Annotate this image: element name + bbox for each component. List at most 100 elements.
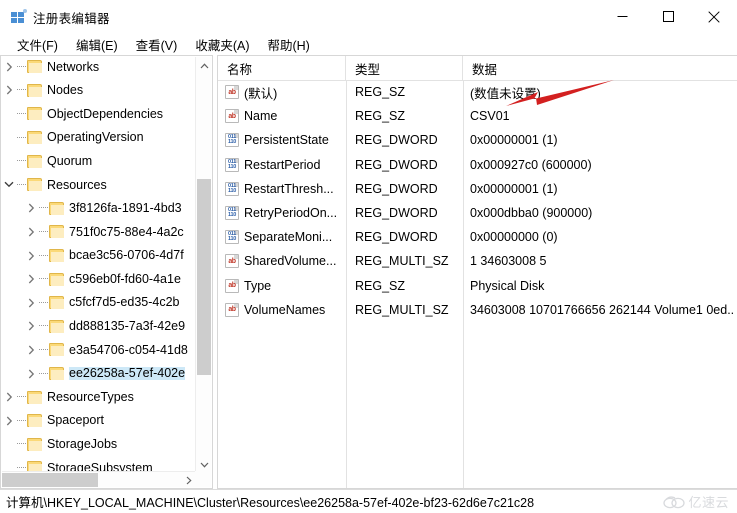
tree-node-label: OperatingVersion [47, 130, 144, 145]
chevron-down-icon[interactable] [1, 181, 17, 188]
chevron-right-icon[interactable] [23, 298, 39, 308]
tree-node[interactable]: Networks [1, 56, 197, 79]
tree-node[interactable]: OperatingVersion [1, 126, 197, 150]
dword-value-icon: 011 110 [225, 157, 239, 172]
table-row[interactable]: ab VolumeNames REG_MULTI_SZ 34603008 107017… [218, 298, 737, 322]
chevron-right-icon[interactable] [1, 62, 17, 72]
scroll-up-icon[interactable] [196, 57, 212, 74]
menu-item-edit[interactable]: 编辑(E) [67, 33, 127, 56]
value-name-label: Name [244, 109, 278, 124]
table-row[interactable]: 011 110 RestartThresh... REG_DWORD 0x0000000… [218, 177, 737, 201]
table-row[interactable]: 011 110 RestartPeriod REG_DWORD 0x000927c0 (… [218, 153, 737, 177]
table-row[interactable]: 011 110 PersistentState REG_DWORD 0x00000001… [218, 128, 737, 152]
tree-node[interactable]: ResourceTypes [1, 385, 197, 409]
string-value-icon: ab [225, 109, 239, 124]
value-data-cell: (数值未设置) [470, 86, 541, 101]
maximize-icon[interactable] [645, 0, 691, 33]
tree-node[interactable]: 751f0c75-88e4-4a2c [1, 220, 197, 244]
chevron-right-icon[interactable] [1, 416, 17, 426]
value-data-cell: 0x000927c0 (600000) [470, 157, 592, 172]
value-name-label: RestartPeriod [244, 157, 321, 172]
tree-node[interactable]: Quorum [1, 149, 197, 173]
tree-node[interactable]: 3f8126fa-1891-4bd3 [1, 197, 197, 221]
status-bar: 计算机\HKEY_LOCAL_MACHINE\Cluster\Resources… [0, 489, 737, 513]
menu-item-view[interactable]: 查看(V) [127, 33, 187, 56]
chevron-right-icon[interactable] [23, 345, 39, 355]
column-header-type[interactable]: 类型 [346, 56, 463, 80]
chevron-right-icon[interactable] [1, 85, 17, 95]
tree-node-label: 3f8126fa-1891-4bd3 [69, 201, 182, 216]
tree-connector-line [17, 443, 26, 445]
folder-icon [27, 390, 42, 404]
tree-connector-line [39, 348, 48, 351]
tree-node-label: Resources [47, 177, 107, 192]
table-row[interactable]: ab Type REG_SZ Physical Disk [218, 274, 737, 298]
tree-node[interactable]: dd888135-7a3f-42e9 [1, 315, 197, 339]
column-header-name[interactable]: 名称 [218, 56, 346, 80]
tree-node[interactable]: ObjectDependencies [1, 102, 197, 126]
tree-node[interactable]: bcae3c56-0706-4d7f [1, 244, 197, 268]
tree-vertical-scrollbar[interactable] [195, 57, 211, 473]
menu-item-favorites[interactable]: 收藏夹(A) [186, 33, 258, 56]
value-name-cell: 011 110 RestartPeriod [225, 157, 321, 172]
tree-connector-line [39, 301, 48, 304]
table-row[interactable]: 011 110 SeparateMoni... REG_DWORD 0x00000000… [218, 225, 737, 249]
chevron-right-icon[interactable] [23, 251, 39, 261]
folder-icon [27, 437, 42, 451]
chevron-right-icon[interactable] [1, 392, 17, 402]
cloud-icon [663, 495, 686, 508]
value-name-cell: ab Type [225, 278, 271, 293]
tree-node[interactable]: StorageJobs [1, 433, 197, 457]
registry-editor-window: 注册表编辑器 文件(F) 编辑(E) 查看(V) 收藏夹(A) 帮助(H) Ne… [0, 0, 737, 513]
tree-connector-line [17, 183, 26, 186]
chevron-right-icon[interactable] [23, 227, 39, 237]
watermark-text: 亿速云 [688, 495, 729, 510]
value-name-label: (默认) [244, 86, 278, 101]
menu-item-help[interactable]: 帮助(H) [258, 33, 318, 56]
folder-icon [27, 107, 42, 121]
table-row[interactable]: ab SharedVolume... REG_MULTI_SZ 1 34603008 … [218, 249, 737, 273]
chevron-right-icon[interactable] [23, 203, 39, 213]
value-type-cell: REG_DWORD [355, 230, 438, 245]
tree-connector-line [39, 278, 48, 280]
tree-node[interactable]: c5fcf7d5-ed35-4c2b [1, 291, 197, 315]
tree-node[interactable]: Resources [1, 173, 197, 197]
tree-horizontal-scrollbar[interactable] [2, 471, 197, 487]
table-row[interactable]: 011 110 RetryPeriodOn... REG_DWORD 0x000dbba… [218, 201, 737, 225]
minimize-icon[interactable] [599, 0, 645, 33]
tree-node[interactable]: Spaceport [1, 409, 197, 433]
tree-node[interactable]: Nodes [1, 79, 197, 103]
folder-icon [27, 414, 42, 428]
table-row[interactable]: ab Name REG_SZ CSV01 [218, 104, 737, 128]
tree-viewport: Networks Nodes ObjectDependencies Operating… [1, 56, 197, 473]
dword-value-icon: 011 110 [225, 230, 239, 245]
tree-scroll-thumb[interactable] [197, 179, 211, 375]
tree-node-label: ee26258a-57ef-402e [69, 366, 186, 381]
column-header-data[interactable]: 数据 [463, 56, 737, 80]
tree-node-label: ResourceTypes [47, 389, 134, 404]
value-type-cell: REG_DWORD [355, 206, 438, 221]
registry-tree-pane[interactable]: Networks Nodes ObjectDependencies Operating… [0, 55, 213, 489]
folder-icon [49, 272, 64, 286]
tree-node[interactable]: ee26258a-57ef-402e [1, 362, 197, 386]
folder-icon [27, 178, 42, 192]
table-row[interactable]: ab (默认) REG_SZ (数值未设置) [218, 80, 737, 104]
value-name-cell: 011 110 RestartThresh... [225, 181, 334, 196]
tree-hscroll-thumb[interactable] [2, 473, 98, 487]
chevron-right-icon[interactable] [23, 321, 39, 331]
tree-node[interactable]: c596eb0f-fd60-4a1e [1, 267, 197, 291]
tree-connector-line [39, 254, 48, 257]
folder-icon [49, 225, 64, 239]
string-value-icon: ab [225, 254, 239, 269]
value-type-cell: REG_DWORD [355, 181, 438, 196]
tree-node[interactable]: e3a54706-c054-41d8 [1, 338, 197, 362]
tree-connector-line [39, 372, 48, 375]
registry-values-pane[interactable]: 名称 类型 数据 ab (默认) REG_SZ (数值未设置) ab Name REG_SZ… [217, 55, 737, 489]
close-icon[interactable] [691, 0, 737, 33]
tree-connector-line [17, 89, 26, 91]
chevron-right-icon[interactable] [23, 369, 39, 379]
menu-item-file[interactable]: 文件(F) [8, 33, 67, 56]
folder-icon [49, 249, 64, 263]
tree-node-label: c596eb0f-fd60-4a1e [69, 271, 181, 286]
chevron-right-icon[interactable] [23, 274, 39, 284]
